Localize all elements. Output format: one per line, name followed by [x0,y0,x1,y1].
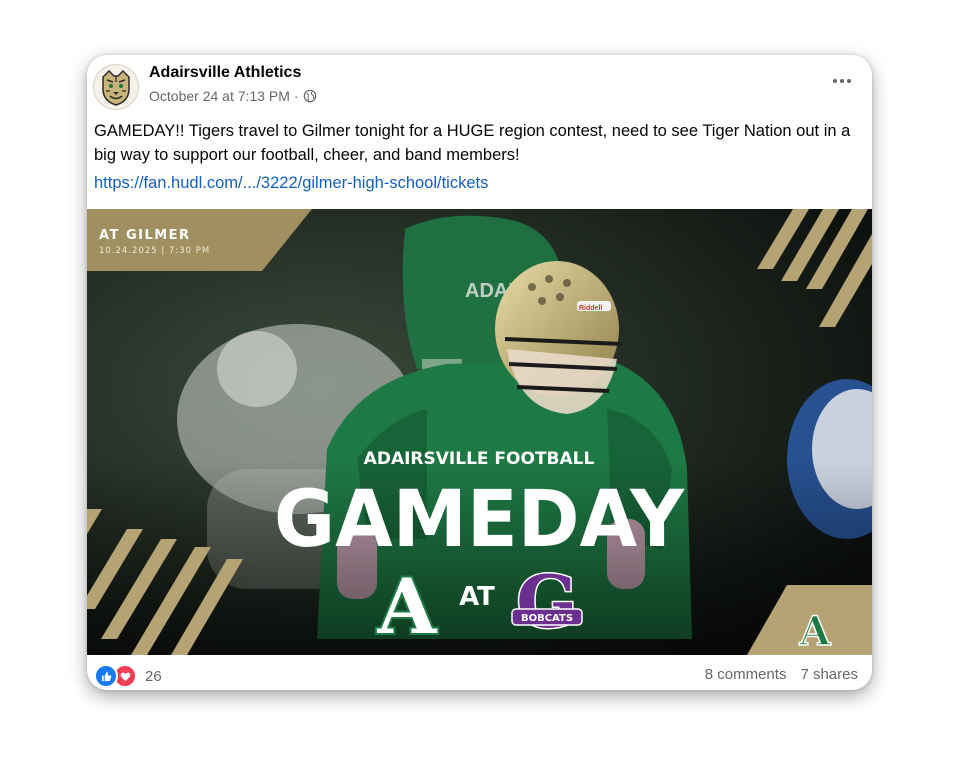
away-team-logo: G [516,559,578,644]
gameday-headline: GAMEDAY [274,475,685,565]
more-horizontal-icon [833,79,837,83]
game-date-time: 10.24.2025 | 7:30 PM [99,246,210,256]
post-text: GAMEDAY!! Tigers travel to Gilmer tonigh… [94,122,851,164]
post-timestamp[interactable]: October 24 at 7:13 PM [149,88,290,104]
post-header: Adairsville Athletics October 24 at 7:13… [87,55,872,115]
game-location: AT GILMER [99,228,191,243]
ticket-link[interactable]: https://fan.hudl.com/.../3222/gilmer-hig… [94,174,488,193]
meta-separator: · [293,88,299,104]
program-title: ADAIRSVILLE FOOTBALL [364,449,595,469]
post-image[interactable]: ADAI Riddell AT GILMER 10.24.2025 | 7:30… [87,209,872,655]
corner-logo: A [798,608,831,655]
like-icon [94,664,118,688]
away-logo-text: BOBCATS [521,613,573,624]
reaction-count: 26 [145,667,162,685]
more-options-button[interactable] [826,69,858,93]
home-team-logo: A [377,562,438,651]
tiger-logo-icon [102,69,130,106]
comments-count[interactable]: 8 comments [705,666,787,683]
versus-text: AT [459,582,495,612]
reactions-summary[interactable]: 26 [94,664,162,688]
globe-icon [303,89,316,103]
post-meta: October 24 at 7:13 PM · [149,88,317,104]
shares-count[interactable]: 7 shares [800,666,858,683]
post-card: Adairsville Athletics October 24 at 7:13… [87,55,872,690]
helmet-brand: Riddell [579,305,602,312]
page-name[interactable]: Adairsville Athletics [149,64,301,82]
engagement-stats: 8 comments 7 shares [705,666,858,683]
more-dot [840,79,844,83]
gameday-graphic: ADAI Riddell AT GILMER 10.24.2025 | 7:30… [87,209,872,655]
post-footer: 26 8 comments 7 shares [87,655,872,690]
more-dot [847,79,851,83]
avatar[interactable] [93,64,139,110]
